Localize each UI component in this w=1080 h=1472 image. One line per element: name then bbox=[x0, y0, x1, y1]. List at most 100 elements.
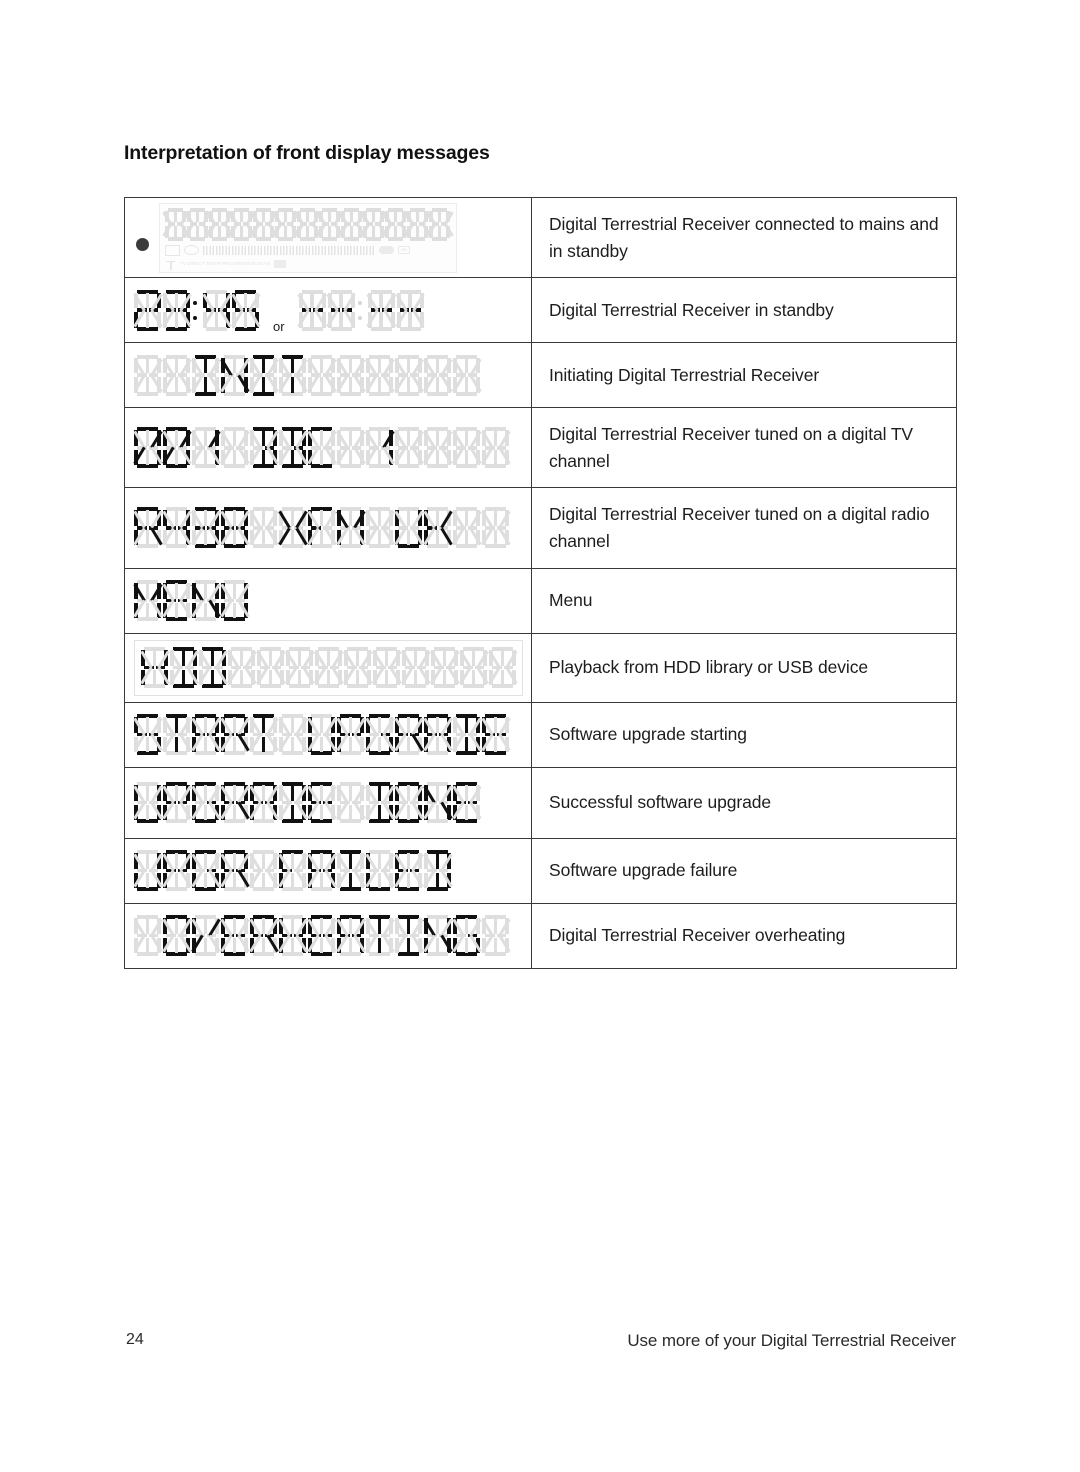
antenna-icon bbox=[165, 259, 176, 270]
description-text: Initiating Digital Terrestrial Receiver bbox=[549, 364, 820, 385]
vfd-character bbox=[248, 354, 279, 396]
vfd-segment bbox=[261, 510, 266, 526]
vfd-character bbox=[248, 915, 279, 957]
vfd-character bbox=[429, 647, 460, 689]
vfd-segment bbox=[319, 717, 324, 733]
vfd-character bbox=[335, 507, 366, 549]
vfd-display bbox=[125, 343, 531, 407]
vfd-character bbox=[326, 289, 356, 331]
vfd-character-row bbox=[161, 207, 454, 241]
vfd-character bbox=[337, 207, 366, 241]
vfd-character bbox=[219, 782, 250, 824]
vfd-segment bbox=[464, 529, 469, 546]
vfd-segment bbox=[174, 717, 179, 733]
vfd-segment bbox=[493, 918, 498, 934]
vfd-segment bbox=[348, 510, 353, 526]
vfd-segment bbox=[319, 937, 324, 954]
vfd-segment bbox=[173, 226, 178, 238]
vfd-segment bbox=[326, 650, 331, 666]
description-cell: Playback from HDD library or USB device bbox=[531, 632, 957, 703]
vfd-character bbox=[183, 207, 212, 241]
vfd-character bbox=[393, 714, 424, 756]
vfd-segment bbox=[493, 529, 498, 546]
vfd-character bbox=[219, 915, 250, 957]
vfd-display bbox=[125, 839, 531, 903]
vfd-character bbox=[366, 289, 396, 331]
vfd-segment bbox=[348, 804, 353, 821]
vfd-segment bbox=[442, 650, 447, 666]
vfd-segment bbox=[243, 312, 248, 328]
vfd-segment bbox=[377, 377, 382, 393]
vfd-character bbox=[480, 714, 511, 756]
vfd-segment bbox=[348, 357, 353, 374]
vfd-segment bbox=[145, 312, 150, 328]
vfd-segment bbox=[261, 736, 266, 753]
vfd-segment bbox=[348, 529, 353, 546]
description-text: Digital Terrestrial Receiver tuned on a … bbox=[549, 504, 930, 551]
vfd-segment bbox=[406, 872, 411, 889]
vfd-segment bbox=[195, 210, 200, 223]
vfd-segment bbox=[415, 210, 420, 223]
vfd-segment bbox=[290, 529, 295, 546]
vfd-segment bbox=[203, 736, 208, 753]
vfd-character bbox=[219, 850, 250, 892]
vfd-segment bbox=[203, 717, 208, 733]
vfd-segment bbox=[305, 226, 310, 238]
vfd-character bbox=[230, 289, 261, 331]
vfd-segment bbox=[210, 669, 215, 686]
vfd-character bbox=[364, 850, 395, 892]
vfd-segment bbox=[305, 210, 310, 223]
vfd-segment bbox=[174, 785, 179, 801]
tv-direct-icon bbox=[165, 244, 180, 256]
display-cell-upgrade-done bbox=[124, 766, 532, 839]
description-cell: Successful software upgrade bbox=[531, 766, 957, 839]
vfd-character bbox=[277, 427, 308, 469]
vfd-display bbox=[125, 768, 531, 838]
vfd-character bbox=[277, 507, 308, 549]
vfd-segment bbox=[464, 377, 469, 393]
vfd-display bbox=[125, 904, 531, 968]
vfd-segment bbox=[261, 430, 266, 446]
vfd-segment bbox=[232, 717, 237, 733]
vfd-segment bbox=[261, 872, 266, 889]
vfd-segment bbox=[290, 377, 295, 393]
vfd-segment bbox=[145, 529, 150, 546]
media-pill-icon bbox=[379, 246, 394, 255]
vfd-segment bbox=[406, 449, 411, 466]
vfd-segment bbox=[145, 292, 150, 309]
vfd-segment bbox=[232, 937, 237, 954]
clock-colon-icon bbox=[192, 290, 201, 331]
display-cell-tv-channel bbox=[124, 407, 532, 489]
vfd-segment bbox=[406, 377, 411, 393]
vfd-segment bbox=[348, 872, 353, 889]
vfd-segment bbox=[406, 918, 411, 934]
vfd-character bbox=[422, 714, 453, 756]
vfd-character bbox=[335, 427, 366, 469]
vfd-character bbox=[335, 850, 366, 892]
vfd-segment bbox=[290, 872, 295, 889]
table-row: HD TV DIRECT TIMER PROGRESSIVE SCAN Digi… bbox=[124, 196, 957, 279]
vfd-character bbox=[393, 507, 424, 549]
vfd-segment bbox=[413, 669, 418, 686]
vfd-segment bbox=[319, 430, 324, 446]
vfd-segment bbox=[327, 226, 332, 238]
vfd-character bbox=[293, 207, 322, 241]
vfd-segment bbox=[348, 937, 353, 954]
vfd-character bbox=[451, 507, 482, 549]
vfd-segment bbox=[493, 430, 498, 446]
footer-running-title: Use more of your Digital Terrestrial Rec… bbox=[627, 1331, 956, 1350]
vfd-segment bbox=[290, 449, 295, 466]
vfd-segment bbox=[435, 804, 440, 821]
vfd-segment bbox=[145, 430, 150, 446]
vfd-segment bbox=[290, 918, 295, 934]
vfd-segment bbox=[377, 736, 382, 753]
vfd-segment bbox=[145, 804, 150, 821]
table-row: Playback from HDD library or USB device bbox=[124, 632, 957, 703]
vfd-character bbox=[248, 507, 279, 549]
vfd-segment bbox=[203, 602, 208, 619]
vfd-character bbox=[335, 782, 366, 824]
vfd-segment bbox=[464, 937, 469, 954]
vfd-character bbox=[227, 207, 256, 241]
vfd-display bbox=[125, 569, 531, 633]
vfd-segment bbox=[214, 292, 219, 309]
